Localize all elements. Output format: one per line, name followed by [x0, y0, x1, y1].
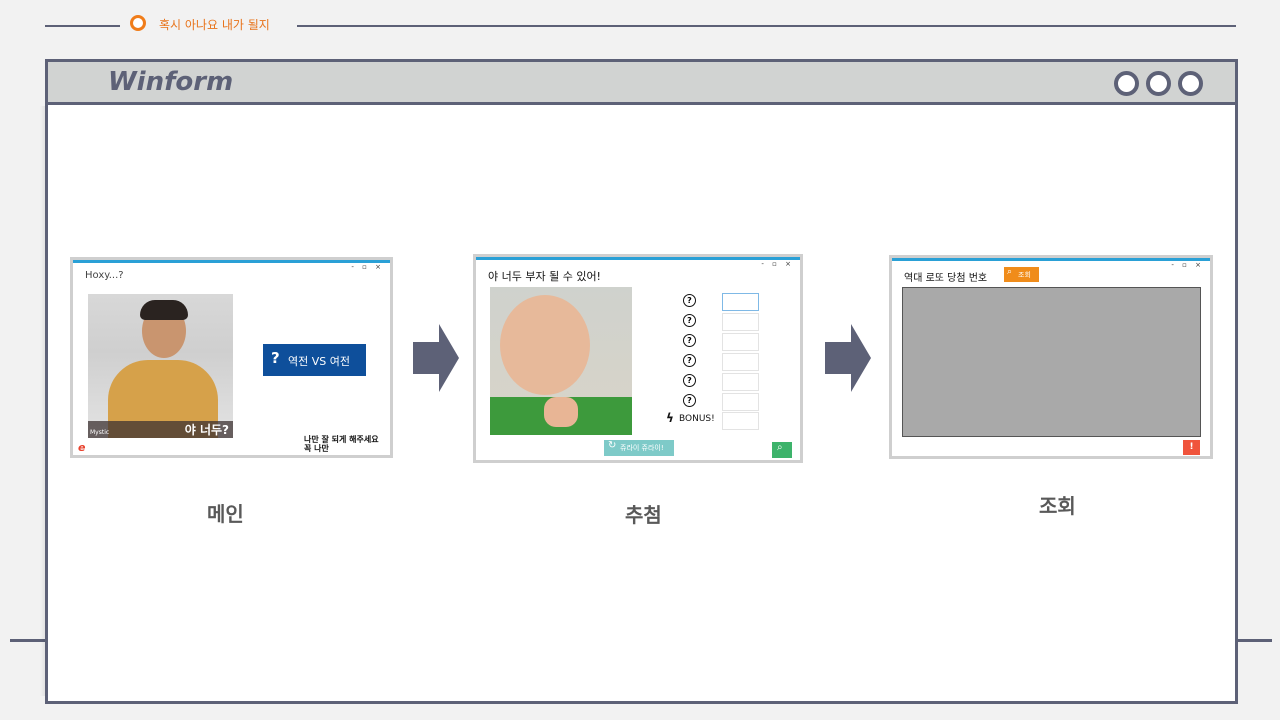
thumb-accent-bar — [892, 258, 1210, 261]
lookup-caption: 조회 — [1039, 494, 1076, 518]
number-input-1[interactable] — [722, 293, 759, 311]
question-circle-icon: ? — [683, 394, 696, 407]
main-caption: 메인 — [207, 502, 244, 526]
recommend-caption: 추첨 — [625, 503, 662, 527]
bonus-label: BONUS! — [679, 414, 715, 424]
thumb-window-controls: - ▫ × — [351, 263, 384, 271]
main-screen-thumbnail: - ▫ × Hoxy...? Mystic 야 너두? ? 역전 VS 여전 나… — [70, 257, 393, 458]
lookup-search-label: 조회 — [1018, 271, 1031, 279]
alert-button[interactable]: ! — [1183, 440, 1200, 455]
header-line-right — [297, 25, 1236, 27]
recommend-title: 야 너두 부자 될 수 있어! — [488, 270, 601, 283]
main-title: Hoxy...? — [85, 270, 124, 281]
recommend-screen-thumbnail: - ▫ × 야 너두 부자 될 수 있어! ? ? ? ? ? ? ϟ BONU… — [473, 254, 803, 463]
person-photo: Mystic 야 너두? — [88, 294, 233, 438]
header-line-left — [45, 25, 120, 27]
wish-text-2: 꼭 나만 — [304, 444, 329, 453]
window-button-1[interactable] — [1114, 71, 1139, 96]
refresh-icon: ↻ — [608, 440, 617, 451]
lookup-search-button[interactable]: ⌕ 조회 — [1004, 267, 1039, 282]
search-icon: ⌕ — [777, 442, 783, 453]
bonus-input[interactable] — [722, 412, 759, 430]
window-button-3[interactable] — [1178, 71, 1203, 96]
search-icon: ⌕ — [1007, 267, 1013, 277]
baby-photo — [490, 287, 632, 435]
versus-button-label: 역전 VS 여전 — [288, 355, 350, 368]
thumb-accent-bar — [476, 257, 800, 260]
question-circle-icon: ? — [683, 294, 696, 307]
lightning-icon: ϟ — [666, 411, 674, 425]
question-circle-icon: ? — [683, 354, 696, 367]
header-tagline: 혹시 아나요 내가 될지 — [159, 18, 270, 32]
app-logo-icon: e — [78, 441, 86, 454]
baby-head — [500, 295, 590, 395]
refresh-button[interactable]: ↻ 쥬라이 쥬라이! — [604, 440, 674, 456]
person-hair — [140, 300, 188, 320]
question-circle-icon: ? — [683, 314, 696, 327]
lookup-screen-thumbnail: - ▫ × 역대 로또 당첨 번호 ⌕ 조회 ! — [889, 255, 1213, 459]
window-button-2[interactable] — [1146, 71, 1171, 96]
window-title: Winform — [108, 67, 234, 97]
thumb-window-controls: - ▫ × — [1171, 261, 1204, 269]
number-input-2[interactable] — [722, 313, 759, 331]
question-icon: ? — [271, 349, 280, 367]
question-circle-icon: ? — [683, 334, 696, 347]
exclamation-icon: ! — [1189, 442, 1194, 452]
lookup-title: 역대 로또 당첨 번호 — [904, 273, 988, 284]
photo-watermark: Mystic — [90, 429, 110, 436]
results-grid[interactable] — [902, 287, 1201, 437]
window-titlebar: Winform — [48, 62, 1235, 105]
thumb-window-controls: - ▫ × — [761, 260, 794, 268]
number-input-3[interactable] — [722, 333, 759, 351]
photo-caption: 야 너두? — [184, 423, 229, 437]
search-button[interactable]: ⌕ — [772, 442, 792, 458]
arrow-right-icon — [413, 324, 459, 392]
question-circle-icon: ? — [683, 374, 696, 387]
baby-fist — [544, 397, 578, 427]
versus-button[interactable]: ? 역전 VS 여전 — [263, 344, 366, 376]
thumb-accent-bar — [73, 260, 390, 263]
number-input-4[interactable] — [722, 353, 759, 371]
number-input-5[interactable] — [722, 373, 759, 391]
number-input-6[interactable] — [722, 393, 759, 411]
circle-bullet-icon — [130, 15, 146, 31]
refresh-button-label: 쥬라이 쥬라이! — [620, 444, 664, 452]
arrow-right-icon — [825, 324, 871, 392]
